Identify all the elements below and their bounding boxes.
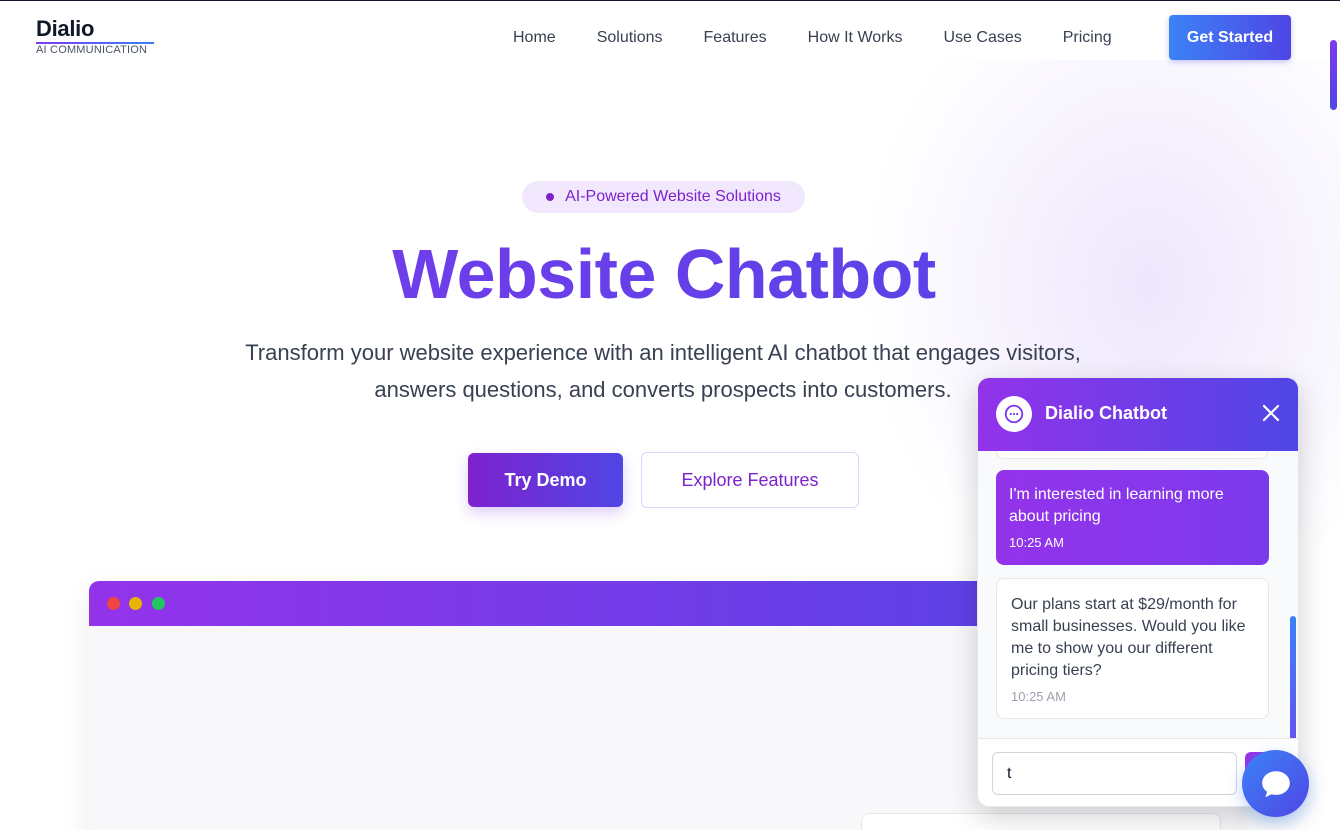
logo-tagline: AI COMMUNICATION (36, 44, 148, 56)
chat-header: Dialio Chatbot (978, 378, 1298, 451)
user-message-text: I'm interested in learning more about pr… (1009, 486, 1224, 525)
hero-title: Website Chatbot (0, 234, 1328, 314)
window-close-dot (107, 597, 120, 610)
nav-link-pricing[interactable]: Pricing (1063, 29, 1112, 47)
chat-bubble-icon (1261, 770, 1290, 797)
badge-dot-icon (546, 193, 555, 201)
previous-message (996, 451, 1268, 459)
nav-link-use-cases[interactable]: Use Cases (943, 29, 1021, 47)
logo[interactable]: Dialio AI COMMUNICATION (36, 17, 154, 56)
try-demo-button[interactable]: Try Demo (468, 453, 623, 507)
chat-scrollbar[interactable] (1290, 616, 1296, 738)
logo-name: Dialio (36, 16, 95, 41)
chat-messages: I'm interested in learning more about pr… (978, 451, 1298, 738)
bot-message-text: Our plans start at $29/month for small b… (1011, 596, 1246, 679)
hero-subtitle: Transform your website experience with a… (245, 340, 1081, 402)
nav-link-home[interactable]: Home (513, 29, 556, 47)
chat-message-input[interactable] (992, 752, 1237, 795)
nav-links: Home Solutions Features How It Works Use… (513, 29, 1153, 47)
chat-launcher-button[interactable] (1242, 750, 1309, 817)
window-maximize-dot (152, 597, 165, 610)
explore-features-button[interactable]: Explore Features (641, 452, 859, 508)
get-started-button[interactable]: Get Started (1169, 15, 1291, 60)
window-minimize-dot (129, 597, 142, 610)
top-navigation: Dialio AI COMMUNICATION Home Solutions F… (0, 1, 1326, 73)
nav-link-features[interactable]: Features (704, 29, 767, 47)
bot-message: Our plans start at $29/month for small b… (996, 578, 1269, 719)
nav-link-solutions[interactable]: Solutions (597, 29, 663, 47)
chat-bubble-icon (996, 396, 1032, 432)
chat-widget: Dialio Chatbot I'm interested in learnin… (977, 377, 1299, 807)
user-message: I'm interested in learning more about pr… (996, 470, 1269, 565)
close-icon[interactable] (1260, 402, 1282, 424)
bot-message-time: 10:25 AM (1011, 689, 1066, 704)
user-message-time: 10:25 AM (1009, 535, 1064, 550)
chat-title: Dialio Chatbot (1045, 403, 1167, 423)
nav-link-how-it-works[interactable]: How It Works (808, 29, 903, 47)
hero-badge: AI-Powered Website Solutions (522, 181, 805, 213)
hero-badge-label: AI-Powered Website Solutions (565, 188, 781, 205)
page-scrollbar[interactable] (1330, 40, 1337, 110)
mockup-card (861, 813, 1221, 830)
